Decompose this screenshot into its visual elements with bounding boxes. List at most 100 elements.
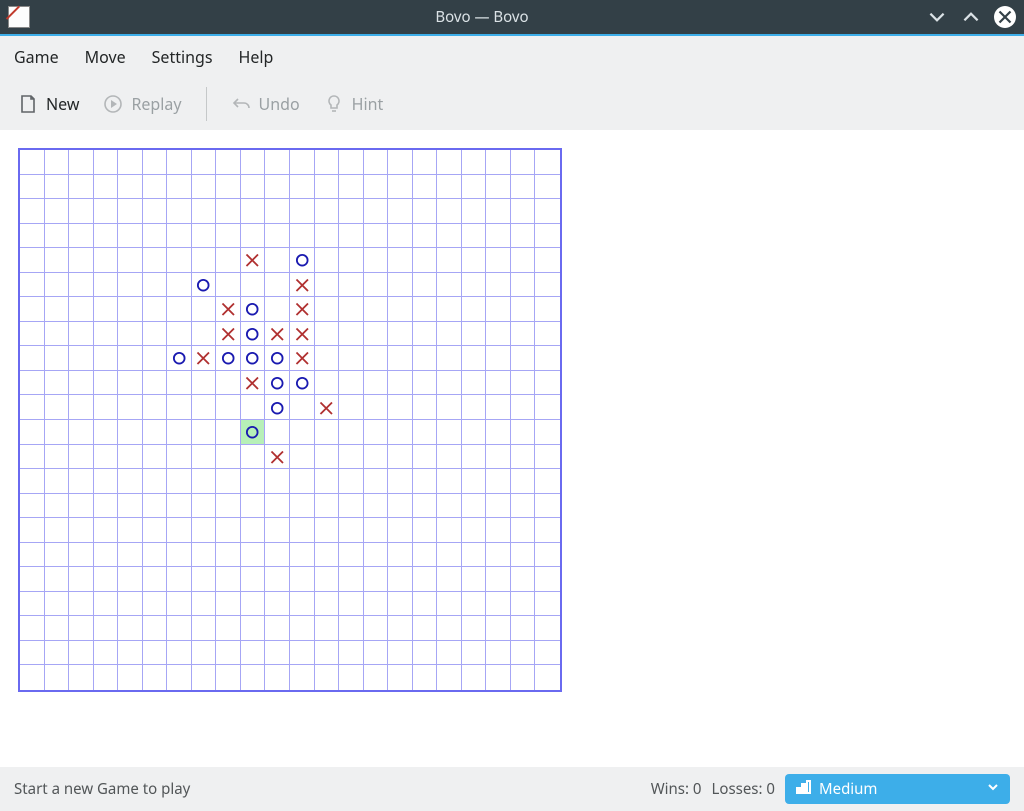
board-cell[interactable] [20, 346, 45, 371]
board-cell[interactable] [45, 322, 70, 347]
board-cell[interactable] [462, 445, 487, 470]
board-cell[interactable] [216, 395, 241, 420]
board-cell[interactable] [20, 641, 45, 666]
board-cell[interactable] [290, 420, 315, 445]
board-cell[interactable] [167, 224, 192, 249]
board-cell[interactable] [339, 567, 364, 592]
board-cell[interactable] [69, 518, 94, 543]
game-board[interactable] [18, 148, 562, 692]
board-cell[interactable] [265, 224, 290, 249]
board-cell[interactable] [413, 518, 438, 543]
board-cell[interactable] [462, 420, 487, 445]
difficulty-selector[interactable]: Medium [785, 774, 1010, 804]
board-cell[interactable] [535, 469, 560, 494]
board-cell[interactable] [535, 371, 560, 396]
board-cell[interactable] [265, 665, 290, 690]
board-cell[interactable] [241, 592, 266, 617]
board-cell[interactable] [339, 273, 364, 298]
board-cell[interactable] [45, 494, 70, 519]
board-cell[interactable] [388, 199, 413, 224]
board-cell[interactable] [364, 469, 389, 494]
board-cell[interactable] [265, 543, 290, 568]
board-cell[interactable] [437, 346, 462, 371]
board-cell[interactable] [486, 616, 511, 641]
board-cell[interactable] [94, 199, 119, 224]
board-cell[interactable] [339, 641, 364, 666]
board-cell[interactable] [437, 616, 462, 641]
board-cell[interactable] [143, 297, 168, 322]
board-cell[interactable] [462, 273, 487, 298]
board-cell[interactable] [143, 518, 168, 543]
board-cell[interactable] [69, 150, 94, 175]
board-cell[interactable] [143, 175, 168, 200]
board-cell[interactable] [511, 543, 536, 568]
board-cell[interactable] [511, 346, 536, 371]
board-cell[interactable] [388, 248, 413, 273]
board-cell[interactable] [143, 665, 168, 690]
board-cell[interactable] [511, 665, 536, 690]
board-cell[interactable] [167, 445, 192, 470]
board-cell[interactable] [167, 248, 192, 273]
board-cell[interactable] [118, 420, 143, 445]
board-cell[interactable] [364, 297, 389, 322]
board-cell[interactable] [265, 297, 290, 322]
board-cell[interactable] [216, 616, 241, 641]
board-cell[interactable] [143, 346, 168, 371]
board-cell[interactable] [143, 616, 168, 641]
board-cell[interactable] [45, 273, 70, 298]
board-cell[interactable] [20, 371, 45, 396]
board-cell[interactable] [437, 371, 462, 396]
board-cell[interactable] [364, 518, 389, 543]
board-cell[interactable] [290, 224, 315, 249]
board-cell[interactable] [20, 494, 45, 519]
board-cell[interactable] [192, 371, 217, 396]
board-cell[interactable] [388, 395, 413, 420]
board-cell[interactable] [535, 346, 560, 371]
board-cell[interactable] [535, 224, 560, 249]
board-cell[interactable] [339, 518, 364, 543]
board-cell[interactable] [413, 395, 438, 420]
board-cell[interactable] [413, 616, 438, 641]
board-cell[interactable] [94, 469, 119, 494]
board-cell[interactable] [265, 395, 290, 420]
board-cell[interactable] [339, 346, 364, 371]
board-cell[interactable] [486, 518, 511, 543]
board-cell[interactable] [486, 665, 511, 690]
board-cell[interactable] [535, 420, 560, 445]
board-cell[interactable] [216, 248, 241, 273]
board-cell[interactable] [45, 175, 70, 200]
board-cell[interactable] [511, 199, 536, 224]
board-cell[interactable] [388, 297, 413, 322]
board-cell[interactable] [167, 297, 192, 322]
board-cell[interactable] [315, 445, 340, 470]
board-cell[interactable] [339, 494, 364, 519]
board-cell[interactable] [167, 273, 192, 298]
board-cell[interactable] [45, 543, 70, 568]
board-cell[interactable] [94, 567, 119, 592]
board-cell[interactable] [241, 641, 266, 666]
board-cell[interactable] [216, 273, 241, 298]
board-cell[interactable] [118, 395, 143, 420]
board-cell[interactable] [364, 273, 389, 298]
board-cell[interactable] [535, 322, 560, 347]
board-cell[interactable] [462, 371, 487, 396]
board-cell[interactable] [143, 322, 168, 347]
board-cell[interactable] [143, 469, 168, 494]
board-cell[interactable] [20, 445, 45, 470]
board-cell[interactable] [167, 150, 192, 175]
board-cell[interactable] [118, 494, 143, 519]
board-cell[interactable] [315, 616, 340, 641]
board-cell[interactable] [143, 150, 168, 175]
board-cell[interactable] [45, 665, 70, 690]
board-cell[interactable] [511, 395, 536, 420]
board-cell[interactable] [167, 420, 192, 445]
board-cell[interactable] [339, 469, 364, 494]
board-cell[interactable] [192, 641, 217, 666]
board-cell[interactable] [192, 224, 217, 249]
board-cell[interactable] [511, 224, 536, 249]
board-cell[interactable] [69, 224, 94, 249]
board-cell[interactable] [462, 175, 487, 200]
board-cell[interactable] [118, 371, 143, 396]
board-cell[interactable] [511, 494, 536, 519]
board-cell[interactable] [94, 248, 119, 273]
